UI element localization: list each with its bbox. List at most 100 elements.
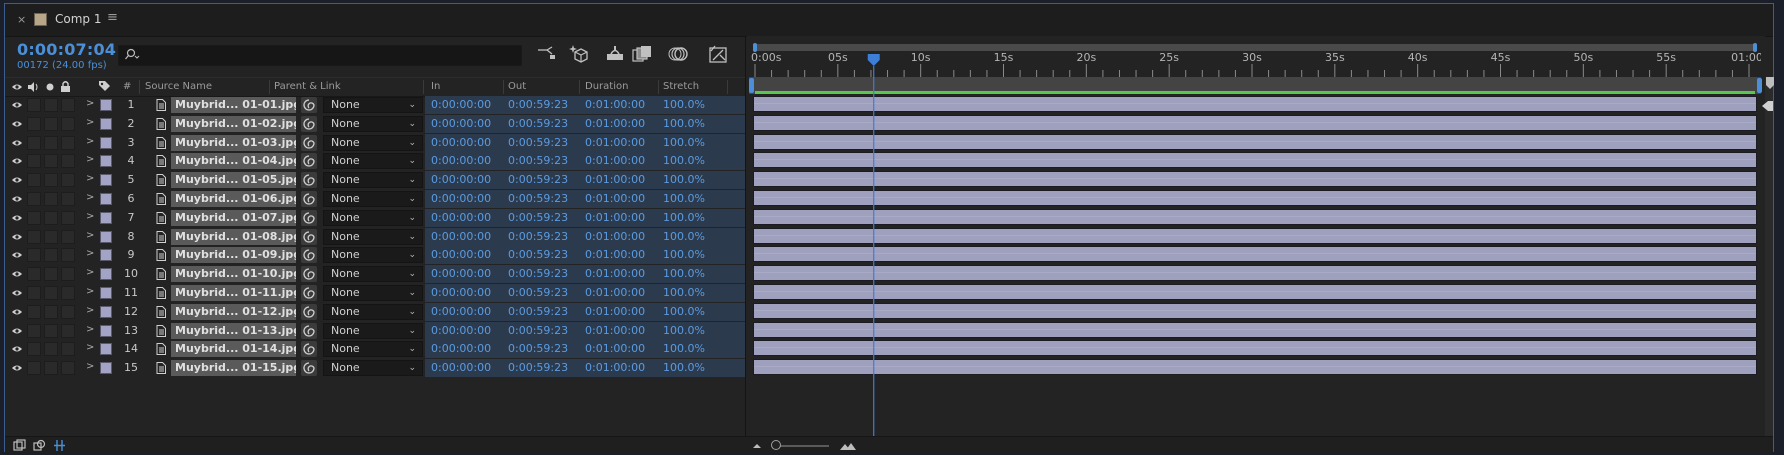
pick-whip-icon[interactable] — [301, 304, 317, 320]
pick-whip-icon[interactable] — [301, 323, 317, 339]
layer-out-time[interactable]: 0:00:59:23 — [508, 267, 568, 280]
layer-source-name[interactable]: Muybrid... 01-08.jpg — [171, 229, 296, 245]
parent-select[interactable]: None ⌄ — [323, 360, 423, 376]
lock-toggle[interactable] — [61, 136, 75, 150]
col-duration[interactable]: Duration — [585, 81, 628, 92]
layer-duration-bar[interactable] — [753, 284, 1757, 300]
layer-in-time[interactable]: 0:00:00:00 — [431, 361, 491, 374]
lock-toggle[interactable] — [61, 324, 75, 338]
layer-duration-bar[interactable] — [753, 171, 1757, 187]
in-out-toggle-icon[interactable] — [53, 439, 66, 452]
col-source-name[interactable]: Source Name — [145, 81, 212, 92]
layer-duration-bar[interactable] — [753, 265, 1757, 281]
twirl-chevron-icon[interactable]: > — [86, 342, 94, 353]
parent-select[interactable]: None ⌄ — [323, 247, 423, 263]
draft-3d-icon[interactable] — [535, 43, 557, 65]
layer-stretch[interactable]: 100.0% — [663, 305, 705, 318]
twirl-chevron-icon[interactable]: > — [86, 248, 94, 259]
video-eye-icon[interactable] — [11, 82, 23, 92]
twirl-chevron-icon[interactable]: > — [86, 173, 94, 184]
layer-in-time[interactable]: 0:00:00:00 — [431, 117, 491, 130]
search-input[interactable] — [118, 45, 522, 66]
twirl-chevron-icon[interactable]: > — [86, 98, 94, 109]
layer-duration-bar[interactable] — [753, 359, 1757, 375]
layer-in-time[interactable]: 0:00:00:00 — [431, 267, 491, 280]
parent-select[interactable]: None ⌄ — [323, 229, 423, 245]
layer-out-time[interactable]: 0:00:59:23 — [508, 136, 568, 149]
layer-out-time[interactable]: 0:00:59:23 — [508, 305, 568, 318]
eye-icon[interactable] — [11, 156, 23, 166]
solo-toggle[interactable] — [44, 286, 58, 300]
layer-out-time[interactable]: 0:00:59:23 — [508, 248, 568, 261]
layer-stretch[interactable]: 100.0% — [663, 361, 705, 374]
pick-whip-icon[interactable] — [301, 116, 317, 132]
layer-label-swatch[interactable] — [100, 231, 112, 243]
pick-whip-icon[interactable] — [301, 210, 317, 226]
layer-source-name[interactable]: Muybrid... 01-15.jpg — [171, 360, 296, 376]
layer-label-swatch[interactable] — [100, 174, 112, 186]
solo-toggle[interactable] — [44, 267, 58, 281]
layer-label-swatch[interactable] — [100, 268, 112, 280]
audio-toggle[interactable] — [27, 211, 41, 225]
twirl-chevron-icon[interactable]: > — [86, 267, 94, 278]
pick-whip-icon[interactable] — [301, 341, 317, 357]
layer-duration-bar[interactable] — [753, 115, 1757, 131]
layer-label-swatch[interactable] — [100, 249, 112, 261]
eye-icon[interactable] — [11, 363, 23, 373]
layer-source-name[interactable]: Muybrid... 01-11.jpg — [171, 285, 296, 301]
parent-select[interactable]: None ⌄ — [323, 135, 423, 151]
layer-nav-arrow-icon[interactable] — [1761, 99, 1775, 113]
solo-toggle[interactable] — [44, 230, 58, 244]
layer-stretch[interactable]: 100.0% — [663, 230, 705, 243]
layer-stretch[interactable]: 100.0% — [663, 192, 705, 205]
layer-stretch[interactable]: 100.0% — [663, 211, 705, 224]
audio-toggle[interactable] — [27, 267, 41, 281]
eye-icon[interactable] — [11, 307, 23, 317]
layer-label-swatch[interactable] — [100, 343, 112, 355]
layer-duration-bar[interactable] — [753, 152, 1757, 168]
panel-menu-icon[interactable]: ≡ — [107, 10, 118, 25]
zoom-in-icon[interactable] — [839, 439, 857, 452]
layer-in-time[interactable]: 0:00:00:00 — [431, 342, 491, 355]
eye-icon[interactable] — [11, 100, 23, 110]
layer-row[interactable]: >15 Muybrid... 01-15.jpg None ⌄ 0:00:00:00 0:… — [5, 359, 745, 377]
layer-duration[interactable]: 0:01:00:00 — [585, 117, 645, 130]
layer-label-swatch[interactable] — [100, 212, 112, 224]
layer-label-swatch[interactable] — [100, 155, 112, 167]
layer-label-swatch[interactable] — [100, 118, 112, 130]
layer-in-time[interactable]: 0:00:00:00 — [431, 173, 491, 186]
layer-out-time[interactable]: 0:00:59:23 — [508, 324, 568, 337]
eye-icon[interactable] — [11, 250, 23, 260]
layer-out-time[interactable]: 0:00:59:23 — [508, 154, 568, 167]
playhead-handle[interactable] — [867, 54, 880, 66]
layer-in-time[interactable]: 0:00:00:00 — [431, 305, 491, 318]
layer-duration-bar[interactable] — [753, 96, 1757, 112]
layer-duration[interactable]: 0:01:00:00 — [585, 230, 645, 243]
parent-select[interactable]: None ⌄ — [323, 266, 423, 282]
layer-duration[interactable]: 0:01:00:00 — [585, 211, 645, 224]
comp-end-marker-icon[interactable] — [1765, 77, 1775, 89]
audio-toggle[interactable] — [27, 192, 41, 206]
lock-toggle[interactable] — [61, 267, 75, 281]
twirl-chevron-icon[interactable]: > — [86, 286, 94, 297]
transfer-controls-toggle-icon[interactable] — [33, 439, 46, 452]
lock-toggle[interactable] — [61, 192, 75, 206]
col-in[interactable]: In — [431, 81, 440, 92]
pick-whip-icon[interactable] — [301, 191, 317, 207]
layer-out-time[interactable]: 0:00:59:23 — [508, 192, 568, 205]
layer-source-name[interactable]: Muybrid... 01-04.jpg — [171, 153, 296, 169]
layer-duration[interactable]: 0:01:00:00 — [585, 192, 645, 205]
audio-toggle[interactable] — [27, 154, 41, 168]
audio-toggle[interactable] — [27, 98, 41, 112]
lock-icon[interactable] — [60, 80, 71, 93]
eye-icon[interactable] — [11, 119, 23, 129]
layer-row[interactable]: >14 Muybrid... 01-14.jpg None ⌄ 0:00:00:00 0:… — [5, 340, 745, 358]
zoom-out-icon[interactable] — [751, 439, 764, 452]
col-stretch[interactable]: Stretch — [663, 81, 699, 92]
pick-whip-icon[interactable] — [301, 153, 317, 169]
lock-toggle[interactable] — [61, 154, 75, 168]
layer-stretch[interactable]: 100.0% — [663, 173, 705, 186]
layer-source-name[interactable]: Muybrid... 01-01.jpg — [171, 97, 296, 113]
layer-out-time[interactable]: 0:00:59:23 — [508, 286, 568, 299]
motion-blur-icon[interactable] — [668, 43, 690, 65]
